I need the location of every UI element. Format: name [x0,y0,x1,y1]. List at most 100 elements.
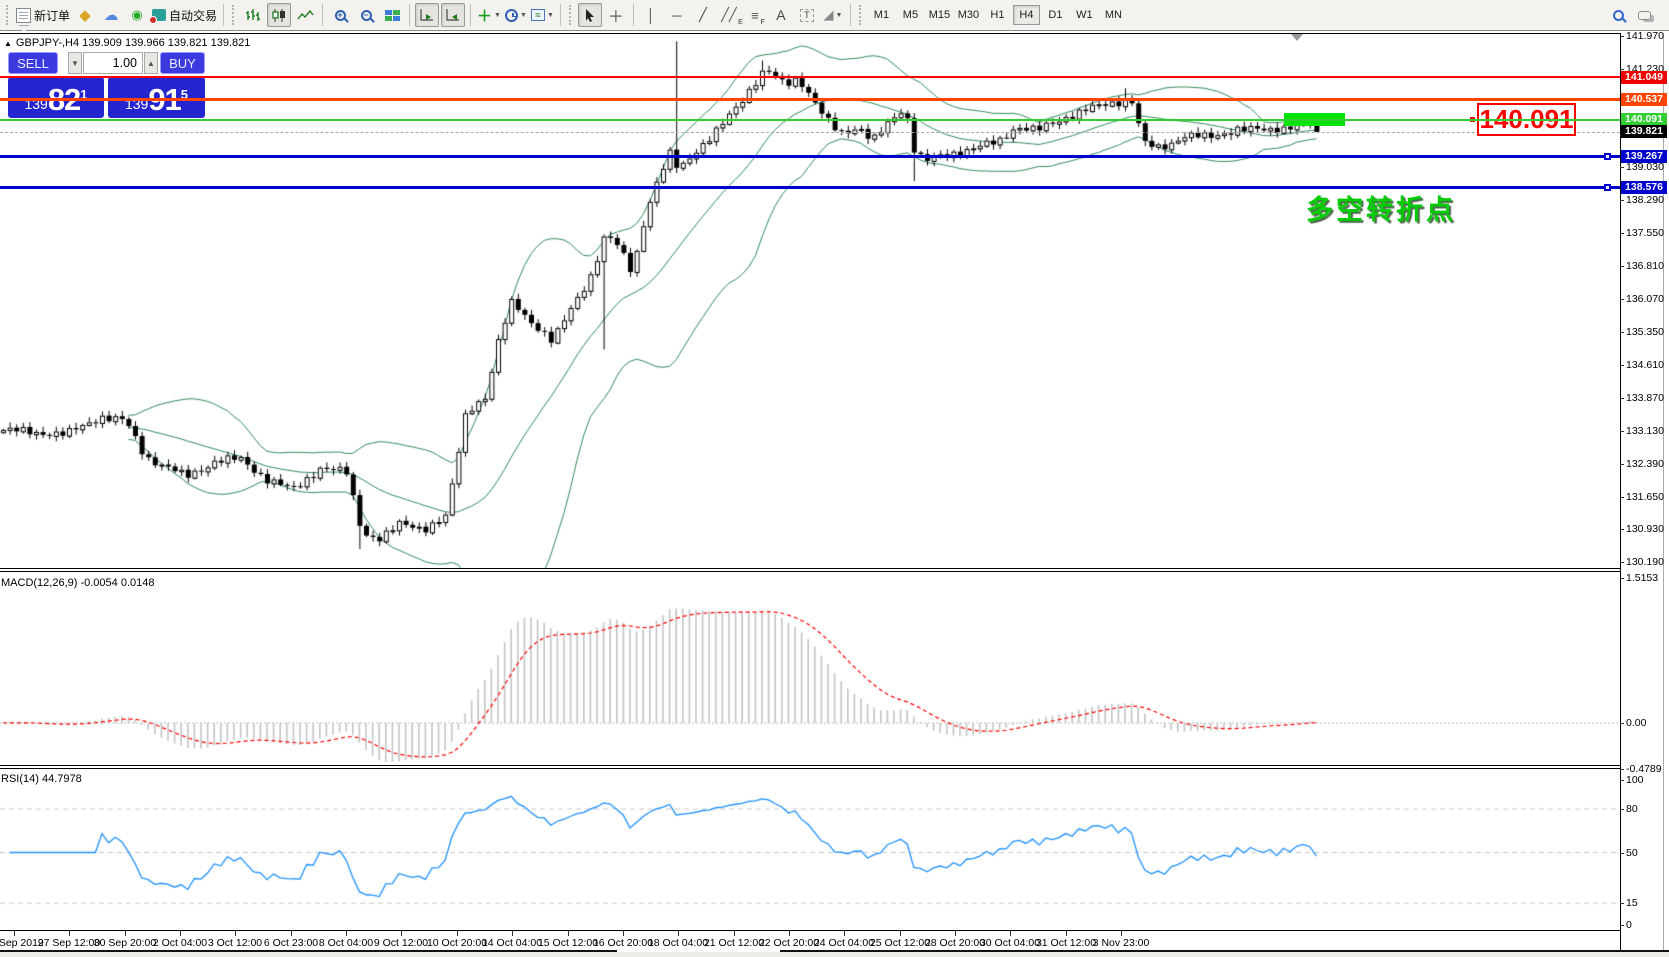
timeframe-button-h1[interactable]: H1 [984,5,1011,25]
date-tick-label: 15 Oct 12:00 [537,937,599,949]
auto-scroll-button[interactable] [415,3,440,27]
fibonacci-button[interactable]: ≡ F [743,3,767,27]
price-tick-label: 141.970 [1626,30,1664,42]
undefined[interactable] [0,98,1620,101]
price-tick-mark [1620,266,1624,267]
timeframe-button-h4[interactable]: H4 [1012,5,1040,25]
sell-button[interactable]: SELL [8,52,58,74]
separator[interactable] [0,571,1620,572]
channel-button[interactable]: ╱╱ E [717,3,743,27]
text-button[interactable]: A [769,3,793,27]
undefined[interactable] [0,76,1620,78]
bar-chart-button[interactable] [241,3,265,27]
timeframe-button-w1[interactable]: W1 [1071,5,1098,25]
date-tick-label: 2 Oct 04:00 [152,937,208,949]
timeframe-button-mn[interactable]: MN [1100,5,1127,25]
date-tick-mark [955,931,956,936]
autotrading-button[interactable]: 自动交易 [149,3,218,27]
autotrading-label: 自动交易 [169,8,218,23]
undefined[interactable] [0,186,1620,189]
bottom-strip [0,952,1669,957]
line-handle[interactable] [1604,153,1611,160]
candlestick-chart-button[interactable] [267,3,292,27]
indicators-button[interactable]: ＋ ▼ [476,3,502,27]
date-tick-mark [1066,931,1067,936]
volume-decrease-button[interactable]: ▼ [68,52,82,74]
separator[interactable] [0,768,1620,769]
price-tick-mark [1620,464,1624,465]
chart-shift-marker[interactable] [1291,34,1303,41]
price-tick-mark [1620,431,1624,432]
date-tick-mark [678,931,679,936]
rsi-tick-mark [1620,925,1624,926]
chevron-down-icon: ▼ [546,11,554,19]
undefined[interactable] [0,119,1620,121]
price-tick-label: 132.390 [1626,458,1664,470]
separator[interactable] [0,568,1620,569]
price-badge: 138.576 [1621,181,1667,194]
shapes-button[interactable]: ◢ ▼ [821,3,845,27]
date-tick-label: 30 Sep 20:00 [93,937,157,949]
volume-increase-button[interactable]: ▲ [144,52,158,74]
timeframe-button-d1[interactable]: D1 [1042,5,1069,25]
vertical-line-button[interactable]: │ [639,3,663,27]
signals-button[interactable]: ◉ [125,3,149,27]
line-chart-button[interactable] [293,3,317,27]
text-label-button[interactable]: T [795,3,819,27]
chart-shift-button[interactable] [441,3,466,27]
new-order-button[interactable]: + 新订单 [15,3,71,35]
zoom-out-button[interactable]: − [354,3,378,27]
line-handle[interactable] [1604,184,1611,191]
cursor-button[interactable] [577,3,602,27]
rsi-label: RSI(14) 44.7978 [1,773,82,785]
turning-point-annotation[interactable]: 多空转折点 [1306,188,1456,227]
search-button[interactable] [1606,3,1630,27]
new-order-icon: + [16,7,31,35]
rsi-tick-label: 0 [1626,919,1632,931]
tile-windows-button[interactable] [380,3,404,27]
date-tick-label: 10 Oct 20:00 [426,937,488,949]
timeframe-button-m15[interactable]: M15 [926,5,953,25]
price-tick-label: 134.610 [1626,359,1664,371]
rsi-tick-label: 15 [1626,897,1638,909]
horizontal-line-button[interactable]: ─ [665,3,689,27]
price-tick-label: 138.290 [1626,194,1664,206]
volume-input[interactable]: 1.00 [83,52,143,74]
zoom-in-icon: + [334,9,349,23]
zoom-in-button[interactable]: + [328,3,352,27]
timeframe-button-m30[interactable]: M30 [955,5,982,25]
date-tick-mark [235,931,236,936]
templates-button[interactable]: ≈ ▼ [530,3,555,27]
macd-canvas[interactable] [0,572,1620,765]
trendline-button[interactable]: ╱ [691,3,715,27]
triangle-icon: ▲ [4,38,12,48]
chat-icon [1637,10,1651,20]
market-watch-button[interactable]: ◆ [73,3,97,27]
separator[interactable] [0,765,1620,766]
price-tick-mark [1620,365,1624,366]
cloud-person-icon: ☁ [103,7,119,24]
trendline-icon: ╱ [699,7,707,22]
chevron-down-icon: ▼ [494,11,501,19]
community-button[interactable]: ☁ [99,3,123,27]
price-tick-label: 133.870 [1626,392,1664,404]
date-tick-label: 22 Oct 20:00 [758,937,820,949]
chat-button[interactable] [1632,3,1656,27]
one-click-trading-panel: SELL ▼ 1.00 ▲ BUY 139 82 1 139 91 5 [8,52,205,118]
buy-button[interactable]: BUY [160,52,205,74]
undefined[interactable] [0,155,1620,158]
toolbar-grip[interactable] [6,5,10,25]
crosshair-button[interactable]: ＋ [604,3,628,27]
timeframe-button-m1[interactable]: M1 [868,5,895,25]
date-tick-mark [69,931,70,936]
price-axis-line [1620,33,1621,951]
main-chart-canvas[interactable] [0,33,1620,568]
timeframe-button-m5[interactable]: M5 [897,5,924,25]
periods-button[interactable]: ▼ [504,3,528,27]
date-tick-mark [789,931,790,936]
crosshair-icon: ＋ [607,9,624,26]
date-tick-label: 21 Oct 12:00 [703,937,765,949]
rsi-canvas[interactable] [0,771,1620,929]
date-tick-label: 31 Oct 12:00 [1035,937,1097,949]
date-tick-label: 24 Oct 04:00 [813,937,875,949]
